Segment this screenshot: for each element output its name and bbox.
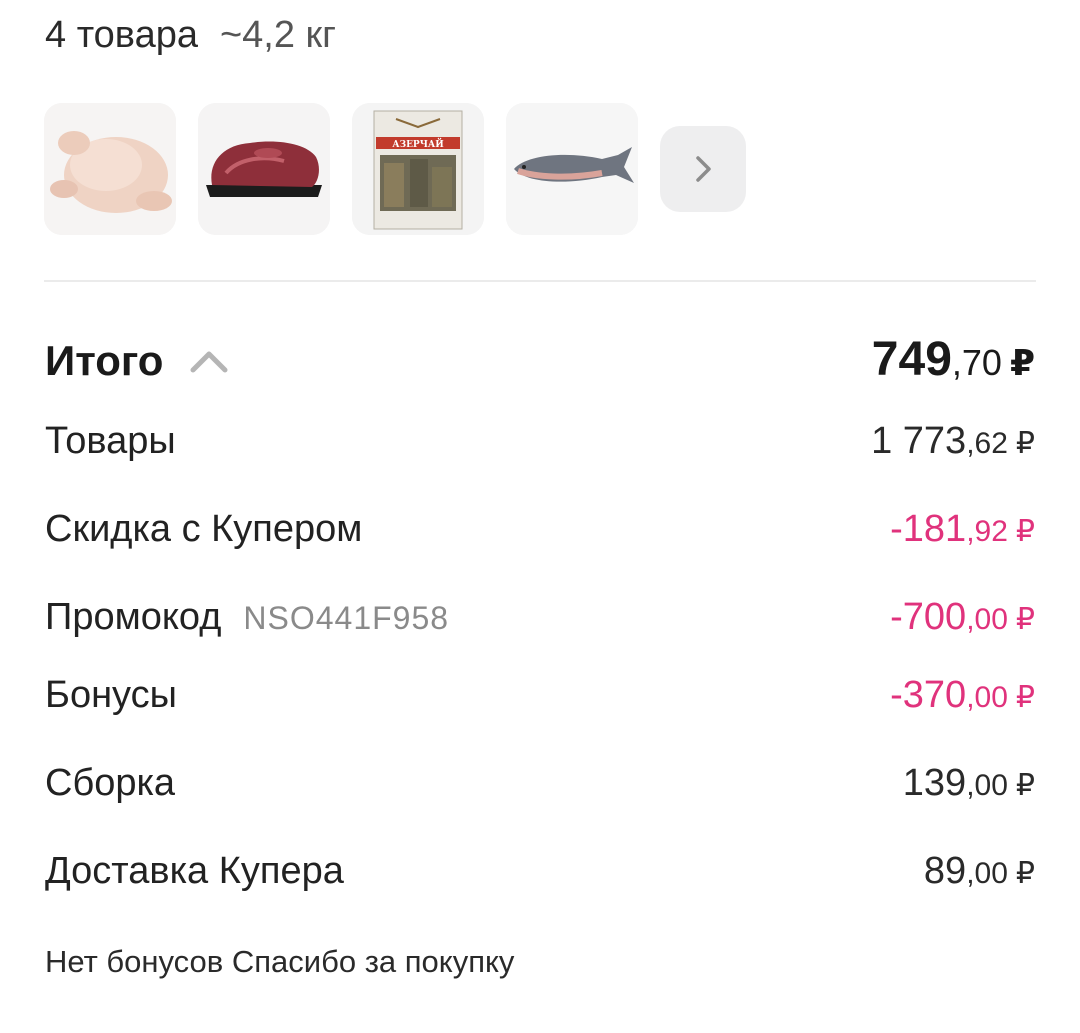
- amount-kop: ,00: [966, 769, 1008, 802]
- total-rub: 749: [871, 333, 952, 386]
- row-amount: -700,00 ₽: [890, 596, 1035, 639]
- row-bonuses: Бонусы -370,00 ₽: [45, 674, 1035, 717]
- chevron-up-icon[interactable]: [189, 348, 229, 374]
- more-products-button[interactable]: [660, 126, 746, 212]
- product-thumb-tea[interactable]: АЗЕРЧАЙ: [352, 103, 484, 235]
- amount-rub: -700: [890, 596, 967, 638]
- chevron-right-icon: [696, 156, 711, 182]
- currency-sign: ₽: [1015, 603, 1035, 636]
- total-amount: 749,70 ₽: [872, 332, 1035, 387]
- order-weight: ~4,2 кг: [219, 14, 337, 56]
- beef-image: [198, 103, 330, 235]
- total-kop: ,70: [951, 342, 1002, 383]
- amount-rub: -181: [890, 508, 967, 550]
- row-amount: 1 773,62 ₽: [871, 420, 1035, 463]
- row-label: Бонусы: [45, 674, 177, 716]
- total-label[interactable]: Итого: [45, 337, 229, 385]
- row-promo-code: Промокод NSO441F958 -700,00 ₽: [45, 596, 1035, 639]
- currency-sign: ₽: [1015, 427, 1035, 460]
- amount-kop: ,00: [966, 857, 1008, 890]
- promo-label: Промокод: [45, 596, 222, 638]
- amount-kop: ,92: [966, 515, 1008, 548]
- amount-kop: ,00: [966, 603, 1008, 636]
- currency-sign: ₽: [1015, 515, 1035, 548]
- product-thumb-chicken[interactable]: [44, 103, 176, 235]
- row-label: Промокод NSO441F958: [45, 596, 449, 639]
- row-kuper-discount: Скидка с Купером -181,92 ₽: [45, 508, 1035, 551]
- product-thumb-fish[interactable]: [506, 103, 638, 235]
- amount-rub: 139: [902, 762, 967, 804]
- currency-sign: ₽: [1015, 769, 1035, 802]
- row-amount: 139,00 ₽: [903, 762, 1035, 805]
- row-amount: -370,00 ₽: [890, 674, 1035, 717]
- divider: [44, 280, 1036, 282]
- row-amount: 89,00 ₽: [924, 850, 1035, 893]
- product-thumbnails: АЗЕРЧАЙ: [44, 103, 746, 235]
- fish-image: [506, 103, 638, 235]
- promo-code-value: NSO441F958: [243, 600, 450, 636]
- items-count: 4 товара: [45, 14, 198, 56]
- currency-sign: ₽: [1009, 342, 1035, 383]
- product-thumb-beef[interactable]: [198, 103, 330, 235]
- row-delivery: Доставка Купера 89,00 ₽: [45, 850, 1035, 893]
- row-label: Сборка: [45, 762, 176, 804]
- currency-sign: ₽: [1015, 857, 1035, 890]
- amount-rub: -370: [890, 674, 967, 716]
- row-amount: -181,92 ₽: [890, 508, 1035, 551]
- amount-kop: ,00: [966, 681, 1008, 714]
- order-summary: 4 товара ~4,2 кг: [45, 14, 336, 57]
- amount-rub: 89: [923, 850, 967, 892]
- row-assembly: Сборка 139,00 ₽: [45, 762, 1035, 805]
- row-goods: Товары 1 773,62 ₽: [45, 420, 1035, 463]
- amount-rub: 1 773: [871, 420, 967, 462]
- tea-box-image: АЗЕРЧАЙ: [352, 103, 484, 235]
- total-row[interactable]: Итого 749,70 ₽: [45, 332, 1035, 387]
- total-label-text: Итого: [45, 337, 164, 384]
- row-label: Товары: [45, 420, 176, 462]
- row-label: Скидка с Купером: [45, 508, 363, 550]
- currency-sign: ₽: [1015, 681, 1035, 714]
- bonus-note: Нет бонусов Спасибо за покупку: [45, 944, 515, 979]
- amount-kop: ,62: [966, 427, 1008, 460]
- row-label: Доставка Купера: [45, 850, 344, 892]
- chicken-image: [44, 103, 176, 235]
